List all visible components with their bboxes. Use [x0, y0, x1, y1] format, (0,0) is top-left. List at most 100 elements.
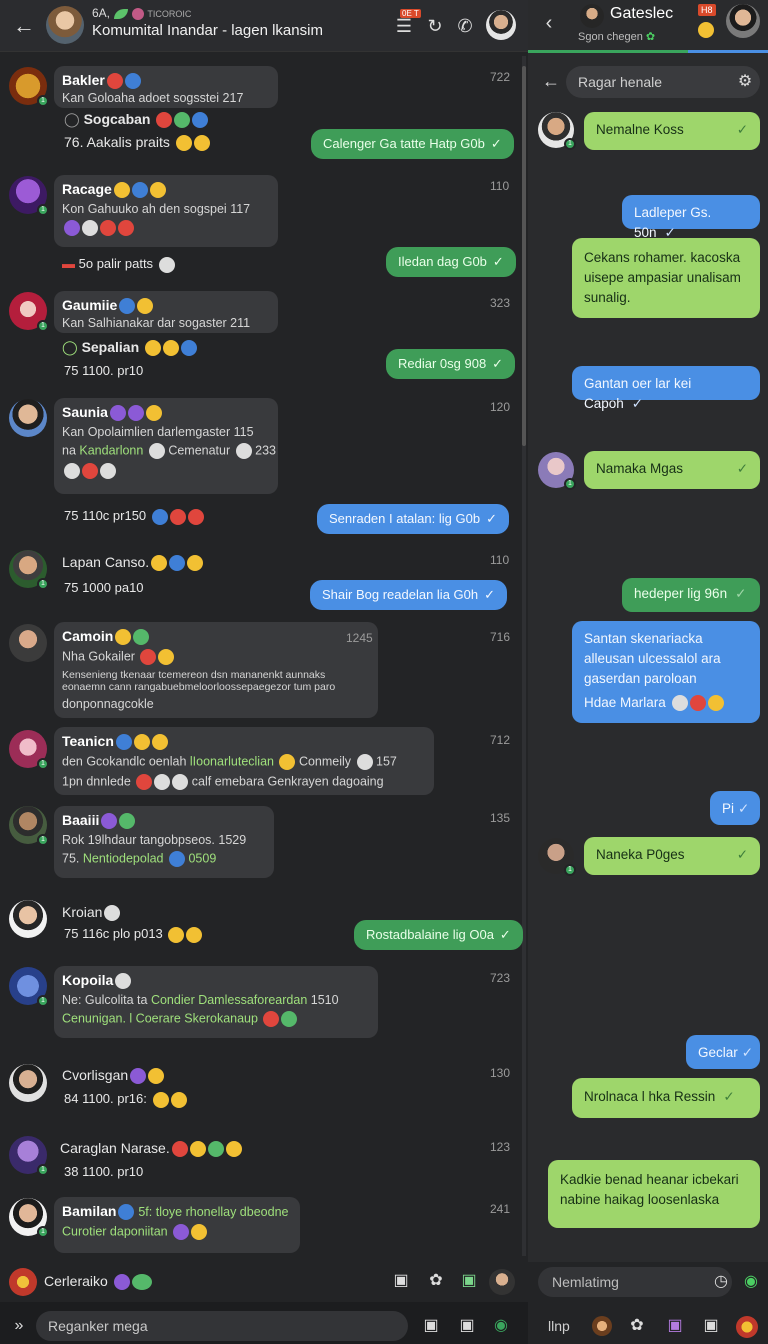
avatar[interactable] [592, 1316, 612, 1336]
outgoing-message[interactable]: Calenger Ga tatte Hatp G0b ✓ [311, 129, 514, 159]
avatar[interactable]: 1 [9, 1136, 49, 1176]
avatar[interactable]: 1 [9, 550, 49, 590]
avatar[interactable]: 1 [538, 838, 576, 876]
outgoing-message[interactable]: Santan skenariacka alleusan ulcessalol a… [572, 621, 760, 723]
message-bubble[interactable]: Bakler Kan Goloaha adoet sogsstei 217 [54, 66, 278, 108]
avatar[interactable]: 1 [9, 730, 49, 770]
send-icon[interactable]: ◉ [490, 1315, 512, 1337]
notification-badge: H8 [698, 4, 716, 16]
search-input[interactable]: Ragar henale [566, 66, 760, 98]
avatar[interactable]: 1 [9, 67, 49, 107]
message-text: ◯ Sogcaban [64, 111, 209, 129]
avatar[interactable] [9, 399, 47, 437]
outgoing-message[interactable]: Pi ✓ [710, 791, 760, 825]
group-avatar[interactable] [46, 6, 84, 44]
direct-chat-pane: ‹ Gateslec Sgon chegen ✿ H8 ← Ragar hena… [528, 0, 768, 1344]
outgoing-message[interactable]: Rediar 0sg 908 ✓ [386, 349, 516, 379]
flower-icon [132, 7, 145, 20]
outgoing-message[interactable]: Gantan oer lar kei Capoh ✓ [572, 366, 760, 411]
outgoing-message[interactable]: Rostadbalaine lig O0a ✓ [354, 920, 523, 950]
group-chat-pane: ← 6A, TICOROIC Komumital Inandar - lagen… [0, 0, 528, 1344]
message-bubble[interactable]: Camoin Nha Gokailer Kensenieng tkenaar t… [54, 622, 378, 718]
avatar[interactable]: 1 [538, 112, 576, 150]
tab-indicator [688, 50, 768, 53]
bug-icon[interactable]: ✿ [425, 1270, 447, 1292]
message-count: 1245 [346, 631, 373, 645]
message-time: 123 [490, 1140, 511, 1154]
globe-icon[interactable]: ✿ [626, 1315, 648, 1337]
sticker-icon[interactable]: ▣ [664, 1315, 686, 1337]
message-sender: Cvorlisgan [62, 1067, 165, 1085]
profile-avatar[interactable] [489, 1269, 515, 1295]
incoming-message[interactable]: Kadkie benad heanar icbekari nabine haik… [548, 1160, 760, 1228]
incoming-message[interactable]: Nemalne Koss ✓ [584, 112, 760, 150]
message-text: 75 1000 pa10 [64, 580, 144, 595]
avatar[interactable]: 1 [9, 967, 49, 1007]
outgoing-message[interactable]: Senraden I atalan: lig G0b ✓ [317, 504, 509, 534]
message-time: 722 [490, 70, 511, 84]
avatar[interactable] [9, 1064, 47, 1102]
message-bubble[interactable]: Bamilan 5f: tloye rhonellay dbeodne Curo… [54, 1197, 300, 1253]
message-bubble[interactable]: Saunia Kan Opolaimlien darlemgaster 115 … [54, 398, 278, 494]
image-icon[interactable]: ▣ [700, 1315, 722, 1337]
message-input[interactable]: Reganker mega [36, 1311, 408, 1341]
smile-icon[interactable] [698, 22, 714, 38]
outgoing-message[interactable]: Iledan dag G0b ✓ [386, 247, 516, 277]
avatar[interactable]: 1 [9, 1198, 49, 1238]
incoming-message[interactable]: Nrolnaca l hka Ressin ✓ [572, 1078, 760, 1118]
app-root: ← 6A, TICOROIC Komumital Inandar - lagen… [0, 0, 768, 1344]
outgoing-message[interactable]: Ladleper Gs. 50n ✓ [622, 195, 760, 240]
incoming-message[interactable]: Namaka Mgas ✓ [584, 451, 760, 489]
incoming-message[interactable]: Cekans rohamer. kacoska uisepe ampasiar … [572, 238, 760, 318]
back-arrow-icon[interactable]: ← [10, 12, 38, 40]
message-bubble[interactable]: Baaiii Rok 19lhdaur tangobpseos. 1529 75… [54, 806, 274, 878]
avatar[interactable]: 1 [538, 452, 576, 490]
call-icon[interactable]: ✆ [454, 12, 476, 40]
clock-icon[interactable]: ◷ [710, 1271, 732, 1293]
message-bubble[interactable]: Kopoila Ne: Gulcolita ta Condier Damless… [54, 966, 378, 1038]
send-icon[interactable]: ◉ [740, 1271, 762, 1293]
emoji-icon[interactable] [736, 1316, 758, 1338]
message-text: 75 110c pr150 [64, 508, 204, 525]
sync-icon[interactable]: ↻ [424, 12, 446, 40]
expand-icon[interactable]: » [8, 1315, 30, 1337]
message-time: 130 [490, 1066, 511, 1080]
active-user-name: Cerleraiko [44, 1273, 152, 1291]
attach-icon[interactable]: ▣ [420, 1315, 442, 1337]
message-bubble[interactable]: Teanicn den Gcokandlc oenlah lIoonarlute… [54, 727, 434, 795]
message-sender: Kroian [62, 904, 121, 922]
avatar[interactable] [9, 1268, 37, 1296]
avatar[interactable]: 1 [9, 806, 49, 846]
avatar[interactable]: 1 [9, 176, 49, 216]
outgoing-message[interactable]: hedeper lig 96n ✓ [622, 578, 760, 612]
back-chevron-icon[interactable]: ‹ [538, 12, 560, 34]
incoming-message[interactable]: Naneka P0ges ✓ [584, 837, 760, 875]
message-time: 723 [490, 971, 511, 985]
outgoing-message[interactable]: Shair Bog readelan lia G0h ✓ [310, 580, 508, 610]
camera-icon[interactable]: ▣ [390, 1270, 412, 1292]
message-text: 84 1100. pr16: [64, 1091, 187, 1108]
contact-avatar[interactable] [580, 4, 604, 28]
image-icon[interactable]: ▣ [456, 1315, 478, 1337]
bottom-label: llnp [548, 1318, 570, 1334]
contact-name: Gateslec [610, 5, 674, 22]
message-bubble[interactable]: Gaumiie Kan Salhianakar dar sogaster 211 [54, 291, 278, 333]
avatar[interactable]: 1 [9, 292, 49, 332]
outgoing-message[interactable]: Geclar ✓ [686, 1035, 760, 1069]
scrollbar[interactable] [522, 56, 526, 1256]
sticker-icon[interactable]: ▣ [458, 1270, 480, 1292]
avatar[interactable] [9, 900, 47, 938]
menu-icon[interactable]: ☰ [393, 12, 415, 40]
profile-avatar[interactable] [486, 10, 516, 40]
message-input[interactable]: Nemlatimg [538, 1267, 732, 1297]
message-text: 75 116c plo p013 [64, 926, 203, 943]
direct-chat-header: ‹ Gateslec Sgon chegen ✿ H8 [528, 0, 768, 53]
profile-avatar[interactable] [726, 4, 760, 38]
message-text: 75 1100. pr10 [64, 363, 144, 378]
back-arrow-icon[interactable]: ← [540, 70, 562, 92]
settings-icon[interactable]: ⚙ [734, 71, 756, 93]
avatar[interactable] [9, 624, 47, 662]
message-time: 323 [490, 296, 511, 310]
message-bubble[interactable]: Racage Kon Gahuuko ah den sogspei 117 [54, 175, 278, 247]
tab-indicator [528, 50, 688, 53]
